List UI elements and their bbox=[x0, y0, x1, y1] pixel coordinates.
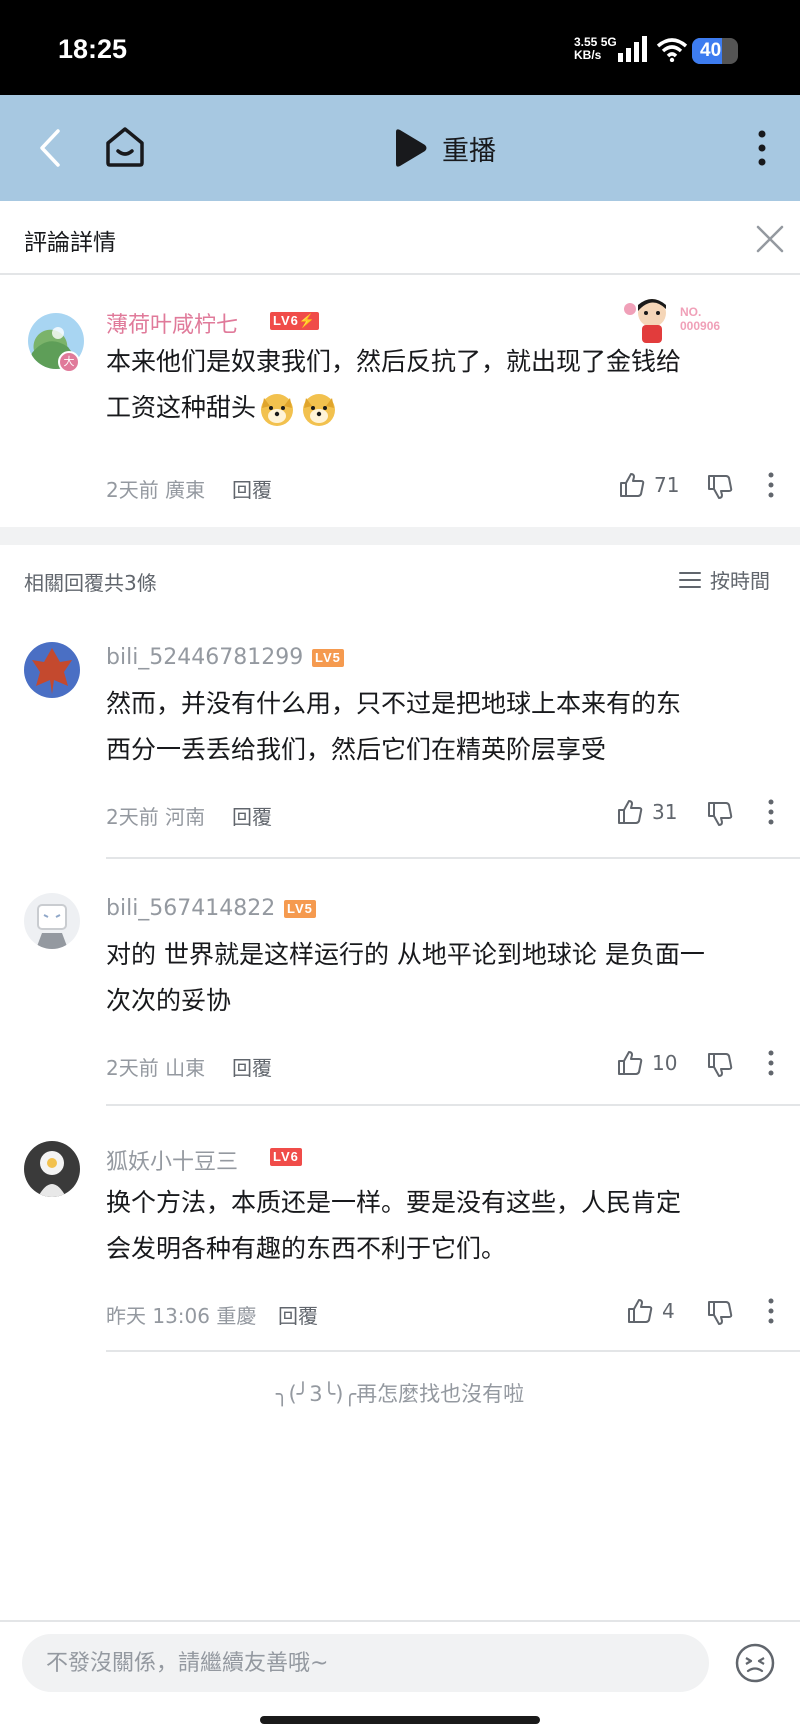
status-bar: 18:25 3.55 5G KB/s 40 bbox=[0, 0, 800, 95]
replies-header: 相關回覆共3條 按時間 bbox=[0, 545, 800, 615]
level-badge: LV5 bbox=[284, 900, 316, 918]
like-button[interactable]: 4 bbox=[626, 1297, 675, 1325]
like-button[interactable]: 10 bbox=[616, 1049, 677, 1077]
reply-meta: 2天前 河南 bbox=[106, 805, 206, 829]
dislike-icon[interactable] bbox=[706, 1051, 734, 1079]
avatar[interactable] bbox=[24, 1141, 80, 1197]
default-avatar-image bbox=[36, 904, 68, 949]
reply-username[interactable]: bili_52446781299 bbox=[106, 645, 303, 670]
more-options-icon[interactable] bbox=[766, 1297, 776, 1325]
home-icon[interactable] bbox=[100, 121, 150, 171]
comment-input[interactable] bbox=[22, 1634, 709, 1692]
battery-indicator: 40 bbox=[692, 38, 738, 64]
anime-avatar-image bbox=[38, 1151, 66, 1197]
close-icon[interactable] bbox=[752, 221, 788, 257]
reply-item: 狐妖小十豆三 LV6 换个方法，本质还是一样。要是没有这些，人民肯定 会发明各种… bbox=[0, 1114, 800, 1356]
comment-detail-header: 評論詳情 bbox=[0, 201, 800, 275]
reply-username[interactable]: bili_567414822 bbox=[106, 896, 275, 921]
like-icon bbox=[620, 473, 645, 497]
comment-meta: 2天前 廣東 bbox=[106, 478, 206, 502]
reply-button[interactable]: 回覆 bbox=[232, 801, 272, 830]
main-comment: 大 薄荷叶咸柠七 LV6⚡ NO. 000906 本来他们是奴隶我们，然后反抗了… bbox=[0, 277, 800, 527]
leaf-avatar-image bbox=[32, 648, 72, 694]
avatar[interactable] bbox=[24, 642, 80, 698]
reply-content: 然而，并没有什么用，只不过是把地球上本来有的东 西分一丢丢给我们，然后它们在精英… bbox=[106, 689, 682, 764]
network-speed: 3.55 5G KB/s bbox=[574, 35, 617, 62]
home-indicator bbox=[260, 1716, 540, 1724]
like-icon bbox=[628, 1299, 653, 1323]
dislike-icon[interactable] bbox=[706, 1299, 734, 1327]
status-time: 18:25 bbox=[58, 34, 128, 64]
reply-meta: 2天前 山東 bbox=[106, 1056, 206, 1080]
reply-button[interactable]: 回覆 bbox=[278, 1300, 318, 1329]
more-icon[interactable] bbox=[744, 123, 780, 173]
reply-content: 对的 世界就是这样运行的 从地平论到地球论 是负面一 次次的妥协 bbox=[106, 940, 705, 1015]
dislike-icon[interactable] bbox=[706, 473, 734, 501]
replay-label: 重播 bbox=[442, 135, 496, 167]
reply-divider bbox=[106, 857, 800, 859]
reply-divider bbox=[106, 1350, 800, 1352]
doge-emoji-icon bbox=[303, 394, 336, 426]
emote-icon[interactable] bbox=[734, 1642, 776, 1684]
like-button[interactable]: 71 bbox=[618, 471, 679, 499]
reply-item: bili_52446781299 LV5 然而，并没有什么用，只不过是把地球上本… bbox=[0, 615, 800, 865]
comment-content: 本来他们是奴隶我们，然后反抗了，就出现了金钱给 工资这种甜头 bbox=[106, 339, 786, 431]
level-badge: LV6 bbox=[270, 1148, 302, 1166]
section-divider bbox=[0, 527, 800, 545]
reply-divider bbox=[106, 1104, 800, 1106]
replies-count: 相關回覆共3條 bbox=[24, 571, 157, 595]
signal-icon bbox=[618, 36, 647, 62]
reply-item: bili_567414822 LV5 对的 世界就是这样运行的 从地平论到地球论… bbox=[0, 866, 800, 1108]
level-badge: LV5 bbox=[312, 649, 344, 667]
sort-icon bbox=[679, 571, 701, 588]
reply-content: 换个方法，本质还是一样。要是没有这些，人民肯定 会发明各种有趣的东西不利于它们。 bbox=[106, 1188, 682, 1263]
back-icon[interactable] bbox=[30, 123, 74, 173]
reply-button[interactable]: 回覆 bbox=[232, 474, 272, 503]
sort-button[interactable]: 按時間 bbox=[678, 565, 770, 594]
more-options-icon[interactable] bbox=[766, 1049, 776, 1077]
doge-emoji-icon bbox=[261, 394, 294, 426]
play-icon bbox=[396, 129, 427, 167]
replay-button[interactable]: 重播 bbox=[392, 125, 496, 171]
wifi-icon bbox=[656, 38, 688, 62]
comment-username[interactable]: 薄荷叶咸柠七 bbox=[106, 307, 238, 339]
reply-meta: 昨天 13:06 重慶 bbox=[106, 1304, 257, 1328]
end-of-list-note: ╮(╯3╰)╭再怎麼找也沒有啦 bbox=[275, 1382, 525, 1406]
avatar[interactable] bbox=[24, 893, 80, 949]
comment-input-bar bbox=[0, 1620, 800, 1733]
level-badge: LV6⚡ bbox=[270, 312, 320, 330]
like-icon bbox=[618, 1051, 643, 1075]
dislike-icon[interactable] bbox=[706, 800, 734, 828]
like-icon bbox=[618, 800, 643, 824]
top-nav: 重播 bbox=[0, 95, 800, 201]
like-button[interactable]: 31 bbox=[616, 798, 677, 826]
page-title: 評論詳情 bbox=[24, 230, 116, 256]
more-options-icon[interactable] bbox=[766, 798, 776, 826]
more-options-icon[interactable] bbox=[766, 471, 776, 499]
avatar-badge: 大 bbox=[58, 351, 80, 373]
reply-button[interactable]: 回覆 bbox=[232, 1052, 272, 1081]
reply-username[interactable]: 狐妖小十豆三 bbox=[106, 1144, 238, 1176]
